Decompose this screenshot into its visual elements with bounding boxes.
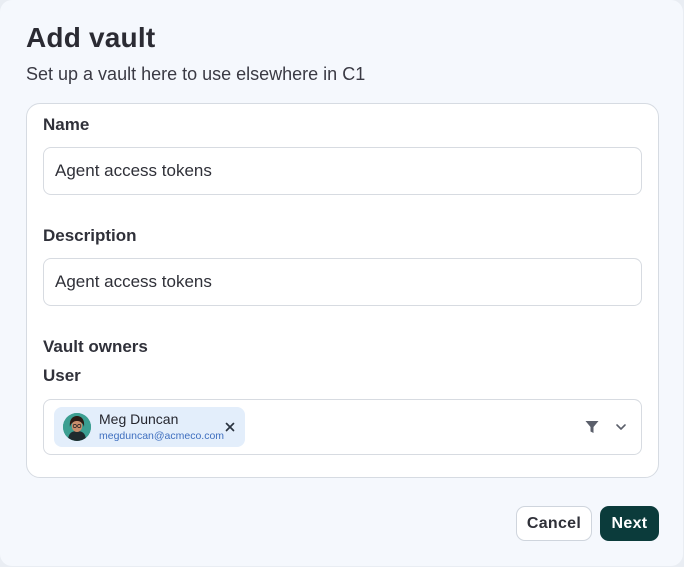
- vault-form-card: Name Description Vault owners User: [26, 103, 659, 478]
- user-label: User: [43, 366, 81, 385]
- filter-icon[interactable]: [584, 419, 600, 435]
- avatar: [63, 413, 91, 441]
- chip-user-email: megduncan@acmeco.com: [99, 430, 225, 442]
- close-icon[interactable]: [222, 419, 238, 435]
- user-select[interactable]: Meg Duncan megduncan@acmeco.com: [43, 399, 642, 455]
- description-input[interactable]: [55, 272, 641, 292]
- vault-owners-label: Vault owners: [43, 337, 148, 356]
- user-chip: Meg Duncan megduncan@acmeco.com: [54, 407, 245, 447]
- next-button[interactable]: Next: [600, 506, 659, 541]
- dialog-subtitle: Set up a vault here to use elsewhere in …: [26, 64, 366, 84]
- dialog-title: Add vault: [26, 22, 156, 53]
- description-field[interactable]: [43, 258, 642, 306]
- name-field[interactable]: [43, 147, 642, 195]
- description-label: Description: [43, 226, 137, 245]
- cancel-button[interactable]: Cancel: [516, 506, 592, 541]
- chip-user-name: Meg Duncan: [99, 411, 179, 427]
- name-input[interactable]: [55, 161, 641, 181]
- name-label: Name: [43, 115, 90, 134]
- add-vault-dialog: Add vault Set up a vault here to use els…: [0, 0, 683, 566]
- chevron-down-icon[interactable]: [614, 420, 628, 434]
